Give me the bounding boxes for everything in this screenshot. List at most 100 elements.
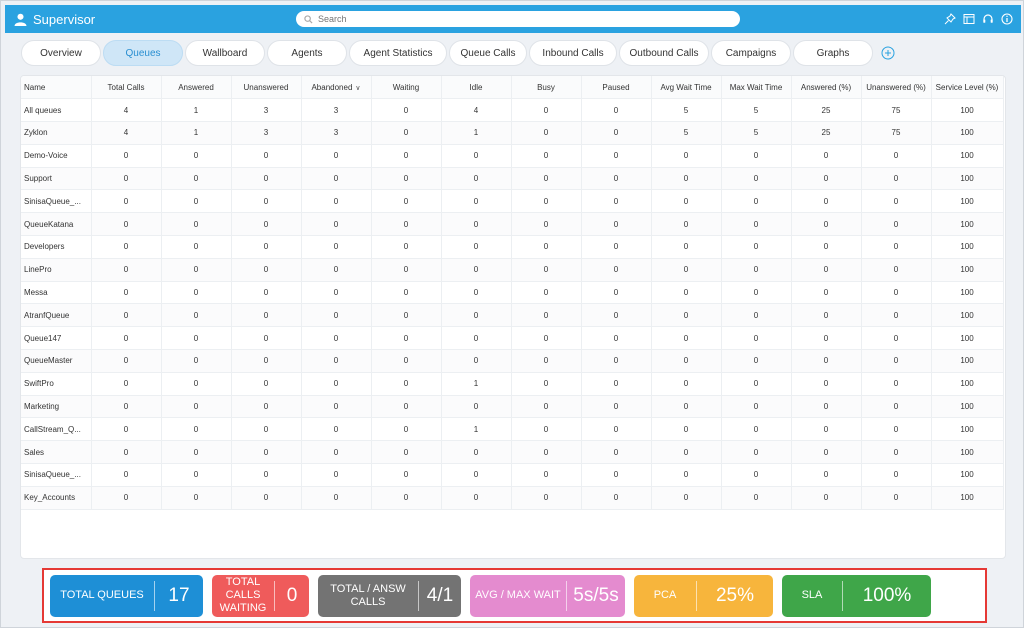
add-tab-button[interactable]	[881, 46, 895, 60]
pin-icon[interactable]	[943, 13, 956, 26]
tab-outbound-calls[interactable]: Outbound Calls	[619, 40, 709, 66]
table-row[interactable]: Key_Accounts 0 0 0 0 0 0 0 0 0 0 0 0 100	[21, 486, 1004, 510]
queue-name-cell: Marketing	[21, 395, 92, 419]
info-icon[interactable]	[1000, 13, 1013, 26]
table-row[interactable]: Queue147 0 0 0 0 0 0 0 0 0 0 0 0 100	[21, 326, 1004, 351]
column-header[interactable]: Total Calls	[91, 76, 162, 100]
table-cell: 0	[301, 212, 372, 237]
total-calls-waiting-card[interactable]: TOTAL CALLS WAITING 0	[212, 574, 309, 617]
pca-card[interactable]: PCA 25%	[634, 574, 773, 617]
headset-icon[interactable]	[981, 13, 994, 26]
table-row[interactable]: QueueKatana 0 0 0 0 0 0 0 0 0 0 0 0 100	[21, 212, 1004, 237]
table-cell: 0	[651, 395, 722, 419]
table-cell: 0	[371, 463, 442, 487]
table-row[interactable]: Developers 0 0 0 0 0 0 0 0 0 0 0 0 100	[21, 235, 1004, 259]
search-input[interactable]	[318, 14, 718, 24]
column-header[interactable]: Max Wait Time	[721, 76, 792, 100]
column-header[interactable]: Waiting	[371, 76, 442, 100]
tab-queue-calls[interactable]: Queue Calls	[449, 40, 527, 66]
table-cell: 100	[931, 486, 1004, 510]
table-row[interactable]: LinePro 0 0 0 0 0 0 0 0 0 0 0 0 100	[21, 258, 1004, 282]
column-header[interactable]: Answered	[161, 76, 232, 100]
table-row[interactable]: All queues 4 1 3 3 0 4 0 0 5 5 25 75 100	[21, 98, 1004, 123]
sla-card[interactable]: SLA 100%	[782, 574, 931, 617]
column-header[interactable]: Name	[21, 76, 92, 100]
column-header-label: Paused	[602, 82, 630, 92]
table-cell: 100	[931, 189, 1004, 214]
tab-agent-statistics[interactable]: Agent Statistics	[349, 40, 447, 66]
summary-stats-bar: TOTAL QUEUES 17 TOTAL CALLS WAITING 0 TOTAL …	[42, 568, 987, 623]
table-cell: 0	[441, 326, 512, 351]
window-icon[interactable]	[962, 13, 975, 26]
tab-campaigns[interactable]: Campaigns	[711, 40, 791, 66]
table-cell: 0	[581, 417, 652, 442]
table-row[interactable]: Demo-Voice 0 0 0 0 0 0 0 0 0 0 0 0 100	[21, 144, 1004, 168]
table-cell: 0	[581, 440, 652, 465]
table-cell: 0	[791, 349, 862, 373]
total-answ-calls-card[interactable]: TOTAL / ANSW CALLS 4/1	[318, 574, 461, 617]
table-cell: 0	[161, 486, 232, 510]
table-cell: 0	[511, 235, 582, 259]
table-row[interactable]: Messa 0 0 0 0 0 0 0 0 0 0 0 0 100	[21, 281, 1004, 305]
table-row[interactable]: Zyklon 4 1 3 3 0 1 0 0 5 5 25 75 100	[21, 121, 1004, 145]
table-cell: 0	[371, 281, 442, 305]
queue-name-cell: QueueKatana	[21, 212, 92, 237]
tab-agents[interactable]: Agents	[267, 40, 347, 66]
column-header[interactable]: Service Level (%)	[931, 76, 1004, 100]
table-cell: 0	[371, 440, 442, 465]
avg-max-wait-card[interactable]: AVG / MAX WAIT 5s/5s	[470, 574, 625, 617]
table-row[interactable]: Support 0 0 0 0 0 0 0 0 0 0 0 0 100	[21, 167, 1004, 191]
table-cell: 100	[931, 463, 1004, 487]
table-row[interactable]: AtranfQueue 0 0 0 0 0 0 0 0 0 0 0 0 100	[21, 303, 1004, 328]
queues-table-panel: Name Total Calls Answered Unanswered Abandon…	[20, 75, 1006, 559]
table-row[interactable]: SinisaQueue_... 0 0 0 0 0 0 0 0 0 0 0 0 100	[21, 463, 1004, 487]
tab-inbound-calls[interactable]: Inbound Calls	[529, 40, 617, 66]
queues-table: Name Total Calls Answered Unanswered Abandon…	[21, 76, 1004, 510]
table-cell: 0	[301, 326, 372, 351]
tab-graphs[interactable]: Graphs	[793, 40, 873, 66]
total-queues-card[interactable]: TOTAL QUEUES 17	[50, 574, 203, 617]
tab-overview[interactable]: Overview	[21, 40, 101, 66]
table-row[interactable]: QueueMaster 0 0 0 0 0 0 0 0 0 0 0 0 100	[21, 349, 1004, 373]
table-cell: 0	[861, 417, 932, 442]
total-calls-waiting-label: TOTAL CALLS WAITING	[219, 576, 267, 614]
table-row[interactable]: SinisaQueue_... 0 0 0 0 0 0 0 0 0 0 0 0 100	[21, 189, 1004, 214]
search-box[interactable]	[296, 11, 740, 27]
table-cell: 0	[511, 326, 582, 351]
table-cell: 0	[231, 417, 302, 442]
column-header[interactable]: Avg Wait Time	[651, 76, 722, 100]
column-header-label: Service Level (%)	[935, 82, 999, 92]
table-row[interactable]: Sales 0 0 0 0 0 0 0 0 0 0 0 0 100	[21, 440, 1004, 465]
column-header[interactable]: Unanswered (%)	[861, 76, 932, 100]
table-row[interactable]: SwiftPro 0 0 0 0 0 1 0 0 0 0 0 0 100	[21, 372, 1004, 396]
column-header[interactable]: Abandoned ∨	[301, 76, 372, 100]
table-cell: 0	[581, 144, 652, 168]
table-cell: 0	[511, 349, 582, 373]
tab-queues[interactable]: Queues	[103, 40, 183, 66]
column-header-label: Total Calls	[107, 82, 145, 92]
table-cell: 0	[231, 349, 302, 373]
table-cell: 0	[861, 281, 932, 305]
table-cell: 0	[301, 144, 372, 168]
table-row[interactable]: Marketing 0 0 0 0 0 0 0 0 0 0 0 0 100	[21, 395, 1004, 419]
table-cell: 75	[861, 121, 932, 145]
table-cell: 100	[931, 98, 1004, 123]
table-cell: 0	[861, 395, 932, 419]
table-cell: 0	[231, 372, 302, 396]
table-cell: 0	[651, 258, 722, 282]
table-cell: 0	[231, 326, 302, 351]
column-header[interactable]: Idle	[441, 76, 512, 100]
column-header[interactable]: Answered (%)	[791, 76, 862, 100]
column-header[interactable]: Busy	[511, 76, 582, 100]
table-cell: 25	[791, 121, 862, 145]
tab-wallboard[interactable]: Wallboard	[185, 40, 265, 66]
column-header[interactable]: Paused	[581, 76, 652, 100]
table-cell: 100	[931, 349, 1004, 373]
column-header[interactable]: Unanswered	[231, 76, 302, 100]
table-cell: 0	[91, 281, 162, 305]
pca-value: 25%	[715, 584, 755, 606]
table-cell: 4	[441, 98, 512, 123]
table-cell: 0	[91, 417, 162, 442]
table-row[interactable]: CallStream_Q... 0 0 0 0 0 1 0 0 0 0 0 0 100	[21, 417, 1004, 442]
table-cell: 0	[581, 258, 652, 282]
